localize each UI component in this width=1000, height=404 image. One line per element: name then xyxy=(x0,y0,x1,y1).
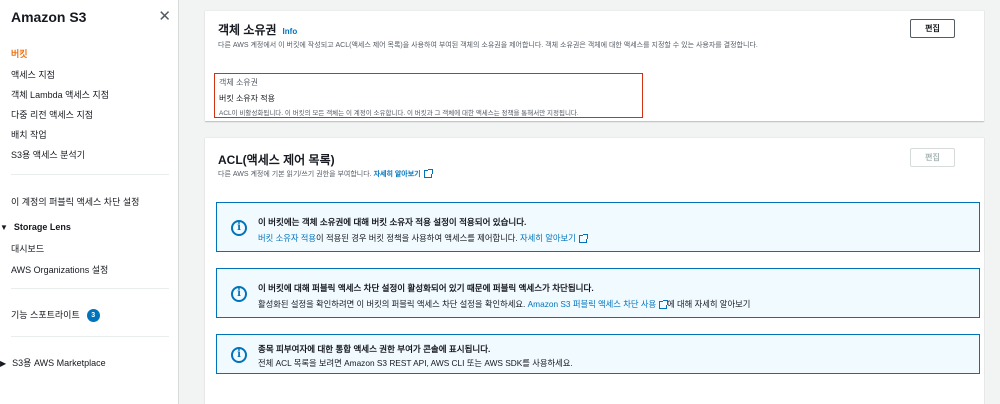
learn-more-link[interactable]: 자세히 알아보기 xyxy=(374,171,421,178)
alert-body-text: 이 적용된 경우 버킷 정책을 사용하여 액세스를 제어합니다. xyxy=(316,233,518,243)
acl-desc-text: 다른 AWS 계정에 기본 읽기/쓰기 권한을 부여합니다. xyxy=(218,171,372,178)
object-ownership-panel: 객체 소유권 Info 편집 다른 AWS 계정에서 이 버킷에 작성되고 ACL… xyxy=(205,10,984,121)
edit-button[interactable]: 편집 xyxy=(910,148,955,167)
alert-title: 종목 피부여자에 대한 통합 액세스 권한 부여가 콘솔에 표시됩니다. xyxy=(258,344,491,354)
sidebar-item-multi-region[interactable]: 다중 리전 액세스 지점 xyxy=(11,108,93,121)
sidebar-item-feature-spotlight[interactable]: 기능 스포트라이트 3 xyxy=(11,308,100,323)
ownership-title: 객체 소유권 xyxy=(218,23,277,37)
info-alert: i 이 버킷에 대해 퍼블릭 액세스 차단 설정이 활성화되어 있기 때문에 퍼… xyxy=(216,268,980,318)
alert-body: 전체 ACL 목록을 보려면 Amazon S3 REST API, AWS C… xyxy=(258,358,573,368)
caret-right-icon: ▶ xyxy=(0,359,7,368)
sidebar-item-access-analyzer[interactable]: S3용 액세스 분석기 xyxy=(11,148,85,161)
main-content: 객체 소유권 Info 편집 다른 AWS 계정에서 이 버킷에 작성되고 ACL… xyxy=(179,0,1000,404)
sidebar-item-access-points[interactable]: 액세스 지점 xyxy=(11,68,55,81)
info-icon: i xyxy=(231,220,247,236)
info-link[interactable]: Info xyxy=(283,27,298,36)
edit-button[interactable]: 편집 xyxy=(910,19,955,38)
alert-title: 이 버킷에는 객체 소유권에 대해 버킷 소유자 적용 설정이 적용되어 있습니… xyxy=(258,217,527,227)
caret-down-icon: ▼ xyxy=(0,223,8,232)
field-label: 객체 소유권 xyxy=(219,78,259,87)
learn-more-link[interactable]: 자세히 알아보기 xyxy=(520,233,576,243)
ownership-description: 다른 AWS 계정에서 이 버킷에 작성되고 ACL(액세스 제어 목록)을 사… xyxy=(218,42,758,49)
bucket-owner-enforced-link[interactable]: 버킷 소유자 적용 xyxy=(258,233,316,243)
storage-lens-label: Storage Lens xyxy=(13,222,71,232)
feature-spotlight-label: 기능 스포트라이트 xyxy=(11,310,80,320)
alert-title: 이 버킷에 대해 퍼블릭 액세스 차단 설정이 활성화되어 있기 때문에 퍼블릭… xyxy=(258,283,594,293)
acl-title: ACL(액세스 제어 목록) xyxy=(218,153,335,167)
info-alert: i 종목 피부여자에 대한 통합 액세스 권한 부여가 콘솔에 표시됩니다. 전… xyxy=(216,334,980,374)
sidebar-item-object-lambda[interactable]: 객체 Lambda 액세스 지점 xyxy=(11,88,109,101)
sidebar-item-batch-operations[interactable]: 배치 작업 xyxy=(11,128,47,141)
notification-badge: 3 xyxy=(86,309,100,323)
sidebar-divider xyxy=(11,336,169,337)
sidebar-item-buckets[interactable]: 버킷 xyxy=(11,47,28,60)
sidebar-divider xyxy=(11,288,169,289)
marketplace-label: S3용 AWS Marketplace xyxy=(12,358,106,368)
field-value: 버킷 소유자 적용 xyxy=(219,94,275,103)
alert-body: 활성화된 설정을 확인하려면 이 버킷의 퍼블릭 액세스 차단 설정을 확인하세… xyxy=(258,298,750,310)
external-link-icon xyxy=(659,299,669,309)
panel-title: 객체 소유권 Info xyxy=(218,21,297,38)
external-link-icon xyxy=(423,169,433,179)
alert-body-suffix: 에 대해 자세히 알아보기 xyxy=(667,299,751,309)
close-icon[interactable]: ✕ xyxy=(158,9,171,25)
block-public-access-link[interactable]: Amazon S3 퍼블릭 액세스 차단 사용 xyxy=(528,299,656,309)
sidebar-title: Amazon S3 xyxy=(11,9,87,25)
info-icon: i xyxy=(231,347,247,363)
acl-panel: ACL(액세스 제어 목록) 편집 다른 AWS 계정에 기본 읽기/쓰기 권한… xyxy=(205,137,984,404)
sidebar-item-dashboards[interactable]: 대시보드 xyxy=(11,242,44,255)
acl-description: 다른 AWS 계정에 기본 읽기/쓰기 권한을 부여합니다. 자세히 알아보기 xyxy=(218,169,433,179)
sidebar-item-block-public-access[interactable]: 이 계정의 퍼블릭 액세스 차단 설정 xyxy=(11,195,139,208)
field-description: ACL이 비활성화됩니다. 이 버킷의 모든 객체는 이 계정이 소유합니다. … xyxy=(219,110,579,117)
sidebar-section-marketplace[interactable]: ▶ S3용 AWS Marketplace xyxy=(0,356,106,369)
external-link-icon xyxy=(578,233,588,243)
alert-body: 버킷 소유자 적용이 적용된 경우 버킷 정책을 사용하여 액세스를 제어합니다… xyxy=(258,232,588,244)
sidebar-divider xyxy=(11,174,169,175)
alert-body-text: 활성화된 설정을 확인하려면 이 버킷의 퍼블릭 액세스 차단 설정을 확인하세… xyxy=(258,299,526,309)
highlighted-ownership-field: 객체 소유권 버킷 소유자 적용 ACL이 비활성화됩니다. 이 버킷의 모든 … xyxy=(214,73,643,118)
side-navigation: Amazon S3 ✕ 버킷 액세스 지점 객체 Lambda 액세스 지점 다… xyxy=(0,0,179,404)
sidebar-item-organizations-settings[interactable]: AWS Organizations 설정 xyxy=(11,263,108,276)
info-alert: i 이 버킷에는 객체 소유권에 대해 버킷 소유자 적용 설정이 적용되어 있… xyxy=(216,202,980,252)
sidebar-header: Amazon S3 ✕ xyxy=(11,9,171,27)
info-icon: i xyxy=(231,286,247,302)
sidebar-section-storage-lens[interactable]: ▼ Storage Lens xyxy=(0,222,71,232)
